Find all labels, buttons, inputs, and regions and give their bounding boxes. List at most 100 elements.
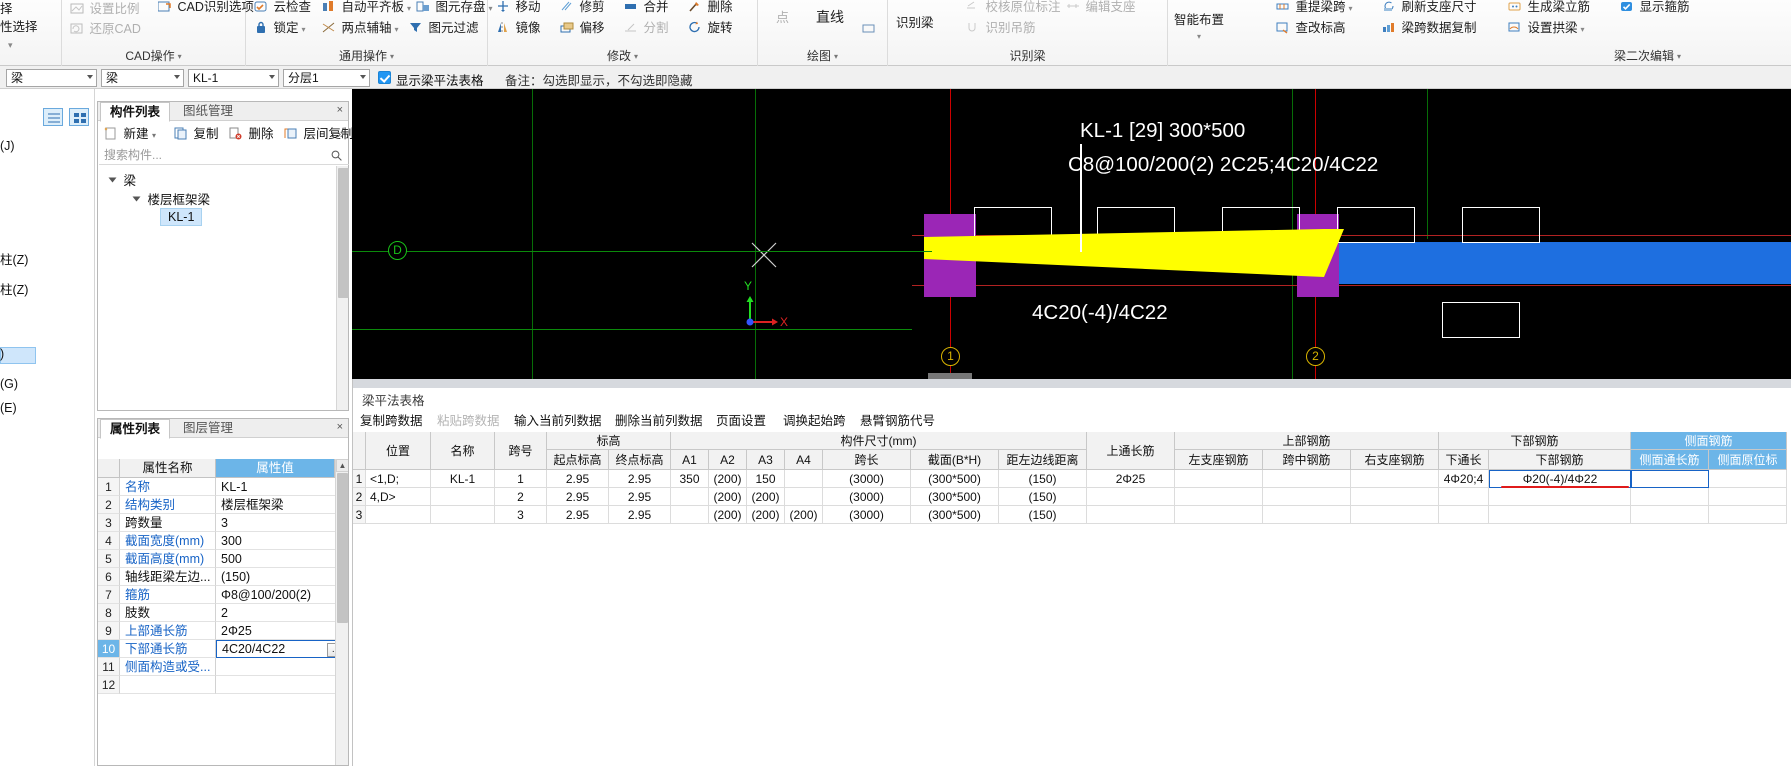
ribbon-item-arch-beam[interactable]: 设置拱梁 ▾ [1508, 21, 1585, 37]
table-column-header[interactable]: A1 [671, 450, 709, 470]
rail-text-dash[interactable]: ) [0, 347, 4, 361]
table-cell[interactable] [1489, 506, 1631, 524]
property-row[interactable]: 1 名称 KL-1 [98, 478, 348, 496]
table-cell[interactable]: 2.95 [609, 488, 671, 506]
ribbon-item-edit-support[interactable]: 编辑支座 [1066, 0, 1136, 15]
property-row[interactable]: 3 跨数量 3 [98, 514, 348, 532]
chevron-down-icon[interactable]: ▾ [152, 131, 156, 140]
table-column-header[interactable]: 侧面原位标 [1709, 450, 1787, 470]
chevron-down-icon[interactable] [174, 75, 180, 79]
ribbon-item-copy-span-data[interactable]: 梁跨数据复制 [1382, 21, 1477, 36]
chevron-down-icon[interactable]: ▾ [395, 25, 399, 34]
table-cell[interactable]: (200) [709, 488, 747, 506]
property-row-value[interactable]: 2 [216, 604, 348, 622]
property-row-value[interactable]: 4C20/4C22... [216, 640, 348, 658]
type-combo[interactable]: 梁 [101, 69, 184, 87]
chevron-down-icon[interactable]: ▾ [634, 52, 638, 61]
tab-drawing-management[interactable]: 图纸管理 [174, 102, 242, 121]
ribbon-item-rect[interactable] [862, 22, 878, 37]
table-cell[interactable]: (150) [999, 470, 1087, 488]
ribbon-item-move[interactable]: 移动 [496, 0, 541, 15]
table-cell[interactable]: 150 [747, 470, 785, 488]
table-cell[interactable] [431, 506, 495, 524]
ribbon-item-delete[interactable]: 删除 [688, 0, 733, 15]
table-column-header[interactable]: 下部钢筋 [1489, 450, 1631, 470]
ribbon-item-point[interactable]: 点 [776, 10, 789, 25]
ribbon-item-rotate[interactable]: 旋转 [688, 21, 733, 36]
property-row[interactable]: 5 截面高度(mm) 500 [98, 550, 348, 568]
chevron-down-icon[interactable] [269, 75, 275, 79]
beam-table-tool[interactable]: 输入当前列数据 [514, 410, 602, 429]
tab-component-list[interactable]: 构件列表 [100, 102, 171, 122]
table-cell[interactable] [1351, 470, 1439, 488]
table-cell[interactable] [1175, 488, 1263, 506]
show-beam-table-checkbox[interactable] [378, 71, 391, 84]
ribbon-item-split[interactable]: 分割 [624, 21, 669, 36]
table-cell[interactable] [1439, 488, 1489, 506]
overflow-tools-button[interactable]: » [337, 124, 344, 144]
table-column-header[interactable]: 终点标高 [609, 450, 671, 470]
table-cell[interactable]: (300*500) [911, 488, 999, 506]
table-column-header[interactable]: 位置 [366, 432, 431, 470]
ribbon-item-check-annotation[interactable]: 校核原位标注 [966, 0, 1061, 15]
ribbon-item-trim[interactable]: 修剪 [560, 0, 605, 15]
table-cell[interactable]: (200) [747, 488, 785, 506]
triangle-expand-icon[interactable] [108, 177, 117, 183]
ribbon-item-line[interactable]: 直线 [816, 10, 844, 25]
property-row-value[interactable]: 500 [216, 550, 348, 568]
table-cell[interactable] [1631, 506, 1709, 524]
table-cell[interactable]: 3 [495, 506, 547, 524]
table-cell[interactable] [1087, 506, 1175, 524]
axis-bubble-1[interactable]: 1 [941, 347, 960, 366]
table-cell[interactable] [1263, 506, 1351, 524]
table-cell[interactable] [1263, 470, 1351, 488]
ribbon-item-cad-options[interactable]: CAD识别选项 [158, 0, 254, 15]
table-column-header[interactable] [353, 432, 366, 470]
ribbon-item-caret[interactable]: ▾ [8, 38, 13, 53]
table-cell[interactable]: KL-1 [431, 470, 495, 488]
ribbon-item-element-filter[interactable]: 图元过滤 [409, 21, 479, 36]
table-column-header[interactable]: 距左边线距离 [999, 450, 1087, 470]
beam-table-tool[interactable]: 调换起始跨 [783, 410, 846, 429]
chevron-down-icon[interactable] [360, 75, 366, 79]
selected-table-cell[interactable] [1631, 470, 1709, 488]
property-row-value[interactable] [216, 658, 348, 676]
table-cell[interactable]: 2.95 [609, 506, 671, 524]
ribbon-item-restore-cad[interactable]: 还原CAD [70, 22, 141, 37]
property-row-value[interactable]: Φ8@100/200(2) [216, 586, 348, 604]
property-row[interactable]: 2 结构类别 楼层框架梁 [98, 496, 348, 514]
beam-table-tool[interactable]: 复制跨数据 [360, 410, 423, 429]
table-cell[interactable]: 2 [353, 488, 366, 506]
layer-combo[interactable]: 分层1 [283, 69, 370, 87]
property-row[interactable]: 9 上部通长筋 2Φ25 [98, 622, 348, 640]
property-row-value[interactable]: (150) [216, 568, 348, 586]
table-cell[interactable]: (200) [709, 470, 747, 488]
tree-node-beam[interactable]: 梁 [108, 170, 136, 189]
ribbon-item-element-save[interactable]: 图元存盘 ▾ [416, 0, 493, 16]
chevron-down-icon[interactable]: ▾ [1349, 4, 1353, 13]
chevron-down-icon[interactable]: ▾ [178, 52, 182, 61]
ribbon-item-respan[interactable]: 重提梁跨 ▾ [1276, 0, 1353, 16]
property-row[interactable]: 6 轴线距梁左边... (150) [98, 568, 348, 586]
table-cell[interactable] [1439, 506, 1489, 524]
table-cell[interactable] [785, 488, 823, 506]
table-cell[interactable]: (3000) [823, 488, 911, 506]
component-panel-scrollbar[interactable] [336, 166, 349, 410]
rail-text-1[interactable]: 柱(Z) [0, 249, 28, 268]
table-column-header[interactable]: 名称 [431, 432, 495, 470]
ribbon-item-merge[interactable]: 合并 [624, 0, 669, 15]
table-cell[interactable]: 2.95 [547, 488, 609, 506]
table-cell[interactable] [1351, 506, 1439, 524]
table-cell[interactable] [1175, 470, 1263, 488]
table-cell[interactable] [1631, 488, 1709, 506]
ribbon-item-auto-align-slab[interactable]: 自动平齐板 ▾ [322, 0, 411, 16]
wall-element[interactable] [1337, 242, 1791, 284]
rail-text-4[interactable]: (E) [0, 401, 17, 415]
ribbon-item-offset[interactable]: 偏移 [560, 21, 605, 36]
ribbon-item-gen-rebar[interactable]: 生成梁立筋 [1508, 0, 1590, 15]
ribbon-item-two-point-axis[interactable]: 两点辅轴 ▾ [322, 21, 399, 37]
ribbon-item-refresh-support[interactable]: 刷新支座尺寸 [1382, 0, 1477, 15]
table-column-header[interactable]: 跨中钢筋 [1263, 450, 1351, 470]
ribbon-item-lock[interactable]: 锁定 ▾ [254, 21, 306, 37]
table-cell[interactable]: 4,D> [366, 488, 431, 506]
